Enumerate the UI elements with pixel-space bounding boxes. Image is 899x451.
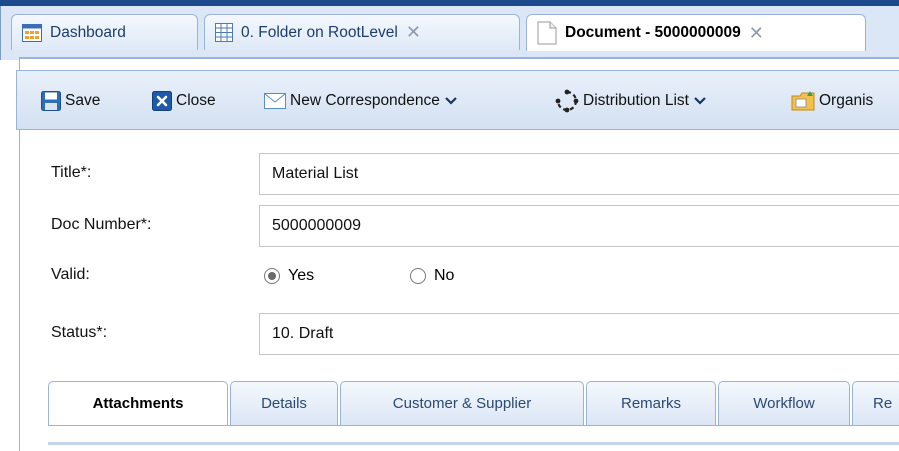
tab-workflow[interactable]: Workflow [718, 381, 850, 425]
valid-no-radio[interactable]: No [410, 267, 454, 285]
document-tab-strip: Dashboard 0. Folder on RootLevel ✕ Docum… [0, 6, 899, 60]
tab-content-top-border [48, 442, 899, 445]
tab-customer-supplier[interactable]: Customer & Supplier [340, 381, 584, 425]
distribution-list-button[interactable]: Distribution List [555, 89, 706, 113]
status-label: Status*: [51, 324, 108, 341]
tab-label: Dashboard [50, 23, 126, 41]
title-input[interactable]: Material List [259, 153, 899, 195]
folder-grid-icon [215, 23, 233, 42]
save-icon [41, 91, 61, 111]
tab-overflow[interactable]: Re [852, 381, 899, 425]
close-tab-icon[interactable]: ✕ [406, 22, 421, 43]
doc-number-input[interactable]: 5000000009 [259, 205, 899, 247]
tab-attachments[interactable]: Attachments [48, 381, 228, 425]
chevron-down-icon [445, 97, 457, 105]
document-toolbar: Save Close New Correspondence Distributi… [16, 70, 899, 130]
tab-dashboard[interactable]: Dashboard [11, 14, 198, 50]
tab-label: 0. Folder on RootLevel [241, 23, 398, 41]
organise-button[interactable]: Organis [791, 89, 873, 113]
valid-yes-label: Yes [288, 267, 315, 284]
organise-label: Organis [819, 92, 874, 109]
radio-unselected-icon [410, 268, 426, 284]
valid-label: Valid: [51, 266, 90, 283]
tab-folder-rootlevel[interactable]: 0. Folder on RootLevel ✕ [204, 14, 520, 50]
document-icon [537, 21, 557, 45]
close-button[interactable]: Close [152, 89, 216, 113]
section-tab-bar: Attachments Details Customer & Supplier … [48, 381, 899, 425]
new-correspondence-button[interactable]: New Correspondence [264, 89, 457, 113]
new-correspondence-label: New Correspondence [290, 92, 440, 109]
distribution-icon [555, 89, 579, 113]
tab-label: Document - 5000000009 [565, 24, 741, 41]
tab-remarks[interactable]: Remarks [586, 381, 716, 425]
chevron-down-icon [694, 97, 706, 105]
close-tab-icon[interactable]: ✕ [749, 23, 764, 44]
close-label: Close [176, 92, 216, 109]
valid-yes-radio[interactable]: Yes [264, 267, 314, 285]
envelope-icon [264, 92, 286, 110]
tab-details[interactable]: Details [230, 381, 338, 425]
save-label: Save [65, 92, 101, 109]
distribution-list-label: Distribution List [583, 92, 689, 109]
doc-number-label: Doc Number*: [51, 216, 152, 233]
save-button[interactable]: Save [41, 89, 100, 113]
status-select[interactable]: 10. Draft [259, 313, 899, 355]
radio-selected-icon [264, 268, 280, 284]
tab-document[interactable]: Document - 5000000009 ✕ [526, 14, 866, 51]
close-icon [152, 91, 172, 111]
title-label: Title*: [51, 164, 92, 181]
tab-bar-divider [48, 425, 899, 426]
dashboard-icon [22, 23, 42, 42]
valid-no-label: No [434, 267, 455, 284]
folder-icon [791, 90, 815, 112]
